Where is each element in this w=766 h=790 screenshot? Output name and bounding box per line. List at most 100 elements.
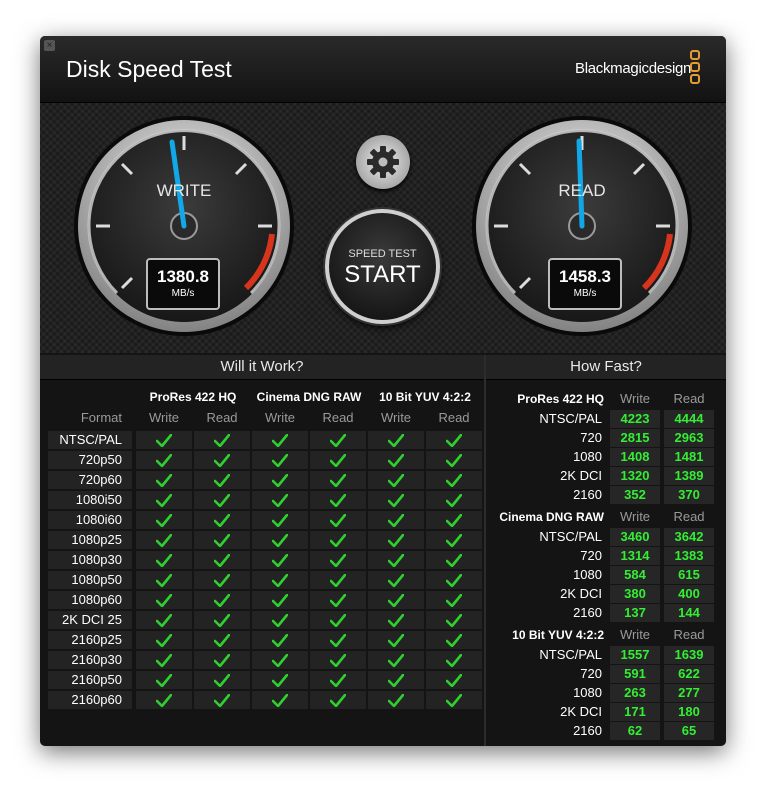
check-icon <box>446 513 462 527</box>
check-cell <box>252 551 308 569</box>
read-speed-cell: 2963 <box>664 429 714 447</box>
format-row-label: 1080i50 <box>75 492 122 507</box>
write-speed-cell: 62 <box>610 722 660 740</box>
check-icon <box>446 553 462 567</box>
format-row-label: 720p60 <box>78 472 122 487</box>
check-icon <box>272 553 288 567</box>
check-icon <box>388 673 404 687</box>
check-icon <box>446 653 462 667</box>
sub-header: Read <box>206 410 238 425</box>
check-cell <box>426 671 482 689</box>
speed-group-header: Cinema DNG RAW <box>499 510 604 524</box>
check-icon <box>330 553 346 567</box>
title-bar: × Disk Speed Test Blackmagicdesign <box>40 36 726 103</box>
check-cell <box>252 511 308 529</box>
sub-header: Read <box>322 410 354 425</box>
check-cell <box>368 511 424 529</box>
check-cell <box>194 471 250 489</box>
check-cell <box>252 531 308 549</box>
check-icon <box>214 693 230 707</box>
check-cell <box>136 471 192 489</box>
read-speed-cell: 400 <box>664 585 714 603</box>
check-cell <box>136 691 192 709</box>
start-button[interactable]: SPEED TEST START <box>325 209 440 324</box>
check-icon <box>446 673 462 687</box>
speed-row-label: 1080 <box>573 685 602 700</box>
check-cell <box>426 591 482 609</box>
check-icon <box>156 613 172 627</box>
check-cell <box>252 571 308 589</box>
check-cell <box>252 491 308 509</box>
check-cell <box>426 691 482 709</box>
check-icon <box>156 553 172 567</box>
check-icon <box>272 653 288 667</box>
check-cell <box>194 631 250 649</box>
write-speed-cell: 263 <box>610 684 660 702</box>
check-cell <box>136 491 192 509</box>
check-cell <box>194 651 250 669</box>
speed-row-label: 2K DCI <box>560 468 602 483</box>
check-cell <box>136 571 192 589</box>
write-column-header: Write <box>619 391 651 406</box>
write-speed-cell: 1314 <box>610 547 660 565</box>
check-cell <box>310 631 366 649</box>
format-row-label: 2K DCI 25 <box>62 612 122 627</box>
check-cell <box>310 491 366 509</box>
group-header: ProRes 422 HQ <box>149 390 237 404</box>
check-icon <box>272 473 288 487</box>
format-row-label: 1080i60 <box>75 512 122 527</box>
check-icon <box>388 513 404 527</box>
will-it-work-header: Will it Work? <box>40 355 484 380</box>
read-speed-cell: 65 <box>664 722 714 740</box>
check-icon <box>272 433 288 447</box>
check-icon <box>330 613 346 627</box>
format-row-label: 2160p30 <box>71 652 122 667</box>
write-speed-cell: 3460 <box>610 528 660 546</box>
read-speed-cell: 1389 <box>664 467 714 485</box>
check-icon <box>156 433 172 447</box>
check-icon <box>156 513 172 527</box>
check-cell <box>310 571 366 589</box>
check-icon <box>214 553 230 567</box>
check-icon <box>214 453 230 467</box>
check-icon <box>446 613 462 627</box>
check-cell <box>310 531 366 549</box>
check-cell <box>426 431 482 449</box>
check-icon <box>214 673 230 687</box>
check-cell <box>136 611 192 629</box>
check-icon <box>156 693 172 707</box>
format-row-label: 2160p60 <box>71 692 122 707</box>
write-speed-cell: 171 <box>610 703 660 721</box>
read-speed-cell: 370 <box>664 486 714 504</box>
read-speed-cell: 3642 <box>664 528 714 546</box>
check-cell <box>194 671 250 689</box>
close-icon[interactable]: × <box>44 40 55 51</box>
check-cell <box>252 431 308 449</box>
check-cell <box>194 691 250 709</box>
check-icon <box>272 493 288 507</box>
check-icon <box>388 693 404 707</box>
write-column-header: Write <box>619 509 651 524</box>
check-cell <box>368 431 424 449</box>
check-icon <box>388 593 404 607</box>
check-icon <box>330 693 346 707</box>
settings-button[interactable] <box>356 135 410 189</box>
check-icon <box>330 453 346 467</box>
read-speed-unit: MB/s <box>573 288 597 299</box>
check-icon <box>214 633 230 647</box>
check-icon <box>272 453 288 467</box>
speed-row-label: 2160 <box>573 723 602 738</box>
check-cell <box>310 671 366 689</box>
check-icon <box>446 573 462 587</box>
check-icon <box>214 513 230 527</box>
check-cell <box>310 471 366 489</box>
check-icon <box>214 613 230 627</box>
check-icon <box>446 533 462 547</box>
check-cell <box>136 671 192 689</box>
check-icon <box>156 573 172 587</box>
write-speed-cell: 1320 <box>610 467 660 485</box>
check-cell <box>194 431 250 449</box>
app-title: Disk Speed Test <box>66 56 232 82</box>
check-icon <box>330 573 346 587</box>
check-icon <box>272 633 288 647</box>
